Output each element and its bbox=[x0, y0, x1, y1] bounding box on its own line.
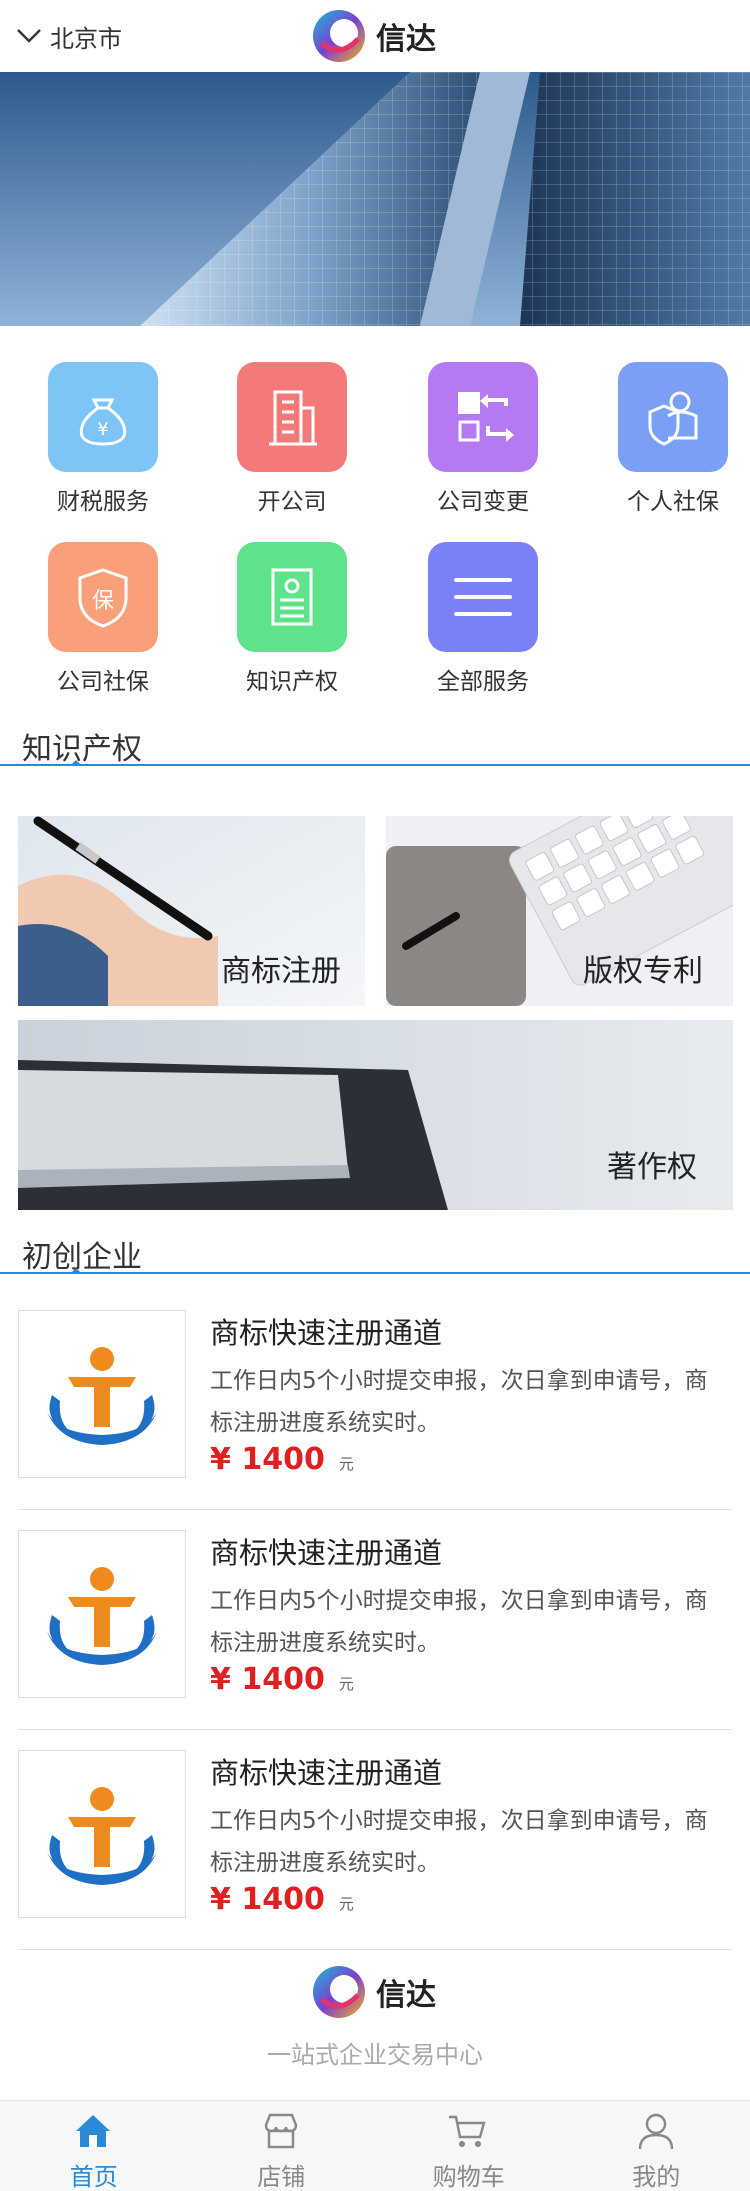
banner-skyscraper-image bbox=[0, 72, 750, 326]
service-label: 财税服务 bbox=[57, 489, 149, 515]
service-label: 个人社保 bbox=[627, 489, 719, 515]
home-icon bbox=[76, 2115, 110, 2147]
service-item[interactable]: 公司变更 bbox=[408, 362, 558, 516]
product-description: 工作日内5个小时提交申报，次日拿到申请号，商标注册进度系统实时。 bbox=[210, 1588, 708, 1656]
tab-home[interactable]: 首页 bbox=[0, 2101, 188, 2191]
product-thumbnail bbox=[18, 1750, 186, 1918]
product-title: 商标快速注册通道 bbox=[210, 1536, 443, 1570]
trademark-logo-icon bbox=[46, 1567, 158, 1665]
product-title: 商标快速注册通道 bbox=[210, 1756, 443, 1790]
service-tile bbox=[618, 362, 728, 472]
top-header: 北京市 信达 bbox=[0, 0, 750, 72]
service-label: 公司社保 bbox=[57, 669, 149, 695]
tab-label: 店铺 bbox=[257, 2163, 306, 2191]
ip-card-label: 商标注册 bbox=[221, 954, 341, 989]
footer-brand: 信达 一站式企业交易中心 bbox=[0, 1965, 750, 2075]
brand-name: 信达 bbox=[376, 22, 436, 57]
service-item[interactable]: ¥ 财税服务 bbox=[28, 362, 178, 516]
product-price: ¥ 1400 元 bbox=[210, 1442, 354, 1477]
ip-card-copyright-patent[interactable]: 版权专利 bbox=[386, 816, 733, 1006]
service-item[interactable]: 知识产权 bbox=[217, 542, 367, 696]
cart-icon bbox=[449, 2115, 486, 2147]
product-item[interactable]: 商标快速注册通道工作日内5个小时提交申报，次日拿到申请号，商标注册进度系统实时。… bbox=[18, 1730, 732, 1950]
brand-logo-icon bbox=[313, 1966, 365, 2018]
trademark-logo-icon bbox=[46, 1347, 158, 1445]
product-title: 商标快速注册通道 bbox=[210, 1316, 443, 1350]
price-amount: ¥ 1400 bbox=[210, 1882, 325, 1917]
service-item[interactable]: 开公司 bbox=[217, 362, 367, 516]
ip-card-label: 版权专利 bbox=[583, 954, 703, 989]
service-item[interactable]: 全部服务 bbox=[408, 542, 558, 696]
product-item[interactable]: 商标快速注册通道工作日内5个小时提交申报，次日拿到申请号，商标注册进度系统实时。… bbox=[18, 1290, 732, 1510]
service-label: 公司变更 bbox=[437, 489, 529, 515]
shield-bao-icon: 保 bbox=[78, 568, 128, 628]
trademark-logo-icon bbox=[46, 1787, 158, 1885]
ip-card-authorship[interactable]: 著作权 bbox=[18, 1020, 733, 1210]
tab-user[interactable]: 我的 bbox=[563, 2101, 750, 2191]
product-price: ¥ 1400 元 bbox=[210, 1662, 354, 1697]
user-icon bbox=[638, 2113, 673, 2150]
section-header-ip: 知识产权 bbox=[0, 720, 750, 767]
section-header-startup: 初创企业 bbox=[0, 1228, 750, 1275]
product-description: 工作日内5个小时提交申报，次日拿到申请号，商标注册进度系统实时。 bbox=[210, 1808, 708, 1876]
service-tile bbox=[428, 362, 538, 472]
product-thumbnail bbox=[18, 1310, 186, 1478]
tab-label: 购物车 bbox=[432, 2163, 505, 2191]
section-title: 初创企业 bbox=[22, 1240, 142, 1275]
footer-logo: 信达 bbox=[312, 1965, 436, 2019]
service-tile bbox=[428, 542, 538, 652]
store-icon bbox=[264, 2113, 297, 2149]
price-unit: 元 bbox=[338, 1455, 354, 1473]
brand-slogan: 一站式企业交易中心 bbox=[267, 2041, 483, 2069]
building-icon bbox=[269, 390, 317, 446]
section-notch bbox=[70, 1268, 82, 1274]
product-thumbnail bbox=[18, 1530, 186, 1698]
hero-banner[interactable] bbox=[0, 72, 750, 326]
swap-icon bbox=[458, 392, 514, 442]
menu-icon bbox=[454, 578, 512, 616]
city-selector[interactable]: 北京市 bbox=[16, 20, 122, 53]
price-unit: 元 bbox=[338, 1675, 354, 1693]
price-amount: ¥ 1400 bbox=[210, 1662, 325, 1697]
service-item[interactable]: 保公司社保 bbox=[28, 542, 178, 696]
service-item[interactable]: 个人社保 bbox=[598, 362, 748, 516]
service-tile bbox=[237, 542, 347, 652]
service-label: 开公司 bbox=[257, 489, 327, 515]
tab-label: 我的 bbox=[632, 2163, 681, 2191]
tab-cart[interactable]: 购物车 bbox=[375, 2101, 563, 2191]
svg-text:¥: ¥ bbox=[97, 419, 108, 440]
tab-label: 首页 bbox=[69, 2163, 118, 2191]
product-description: 工作日内5个小时提交申报，次日拿到申请号，商标注册进度系统实时。 bbox=[210, 1368, 708, 1436]
city-label: 北京市 bbox=[50, 24, 122, 53]
person-shield-icon bbox=[648, 391, 698, 446]
ip-card-trademark[interactable]: 商标注册 bbox=[18, 816, 365, 1006]
product-price: ¥ 1400 元 bbox=[210, 1882, 354, 1917]
chevron-down-icon bbox=[17, 29, 41, 43]
price-amount: ¥ 1400 bbox=[210, 1442, 325, 1477]
service-tile bbox=[237, 362, 347, 472]
bottom-tab-bar: 首页 店铺 购物车 我的 bbox=[0, 2100, 750, 2191]
section-title: 知识产权 bbox=[22, 732, 142, 767]
svg-text:保: 保 bbox=[92, 589, 114, 614]
service-tile: 保 bbox=[48, 542, 158, 652]
brand-name: 信达 bbox=[376, 1978, 436, 2013]
brand-logo: 信达 bbox=[312, 8, 436, 64]
brand-logo-icon bbox=[313, 10, 365, 62]
money-bag-icon: ¥ bbox=[79, 398, 127, 446]
service-tile: ¥ bbox=[48, 362, 158, 472]
section-notch bbox=[70, 760, 82, 766]
certificate-icon bbox=[271, 568, 313, 626]
tab-store[interactable]: 店铺 bbox=[188, 2101, 376, 2191]
service-label: 全部服务 bbox=[437, 669, 529, 695]
service-label: 知识产权 bbox=[246, 669, 338, 695]
ip-card-label: 著作权 bbox=[607, 1150, 697, 1185]
price-unit: 元 bbox=[338, 1895, 354, 1913]
product-item[interactable]: 商标快速注册通道工作日内5个小时提交申报，次日拿到申请号，商标注册进度系统实时。… bbox=[18, 1510, 732, 1730]
